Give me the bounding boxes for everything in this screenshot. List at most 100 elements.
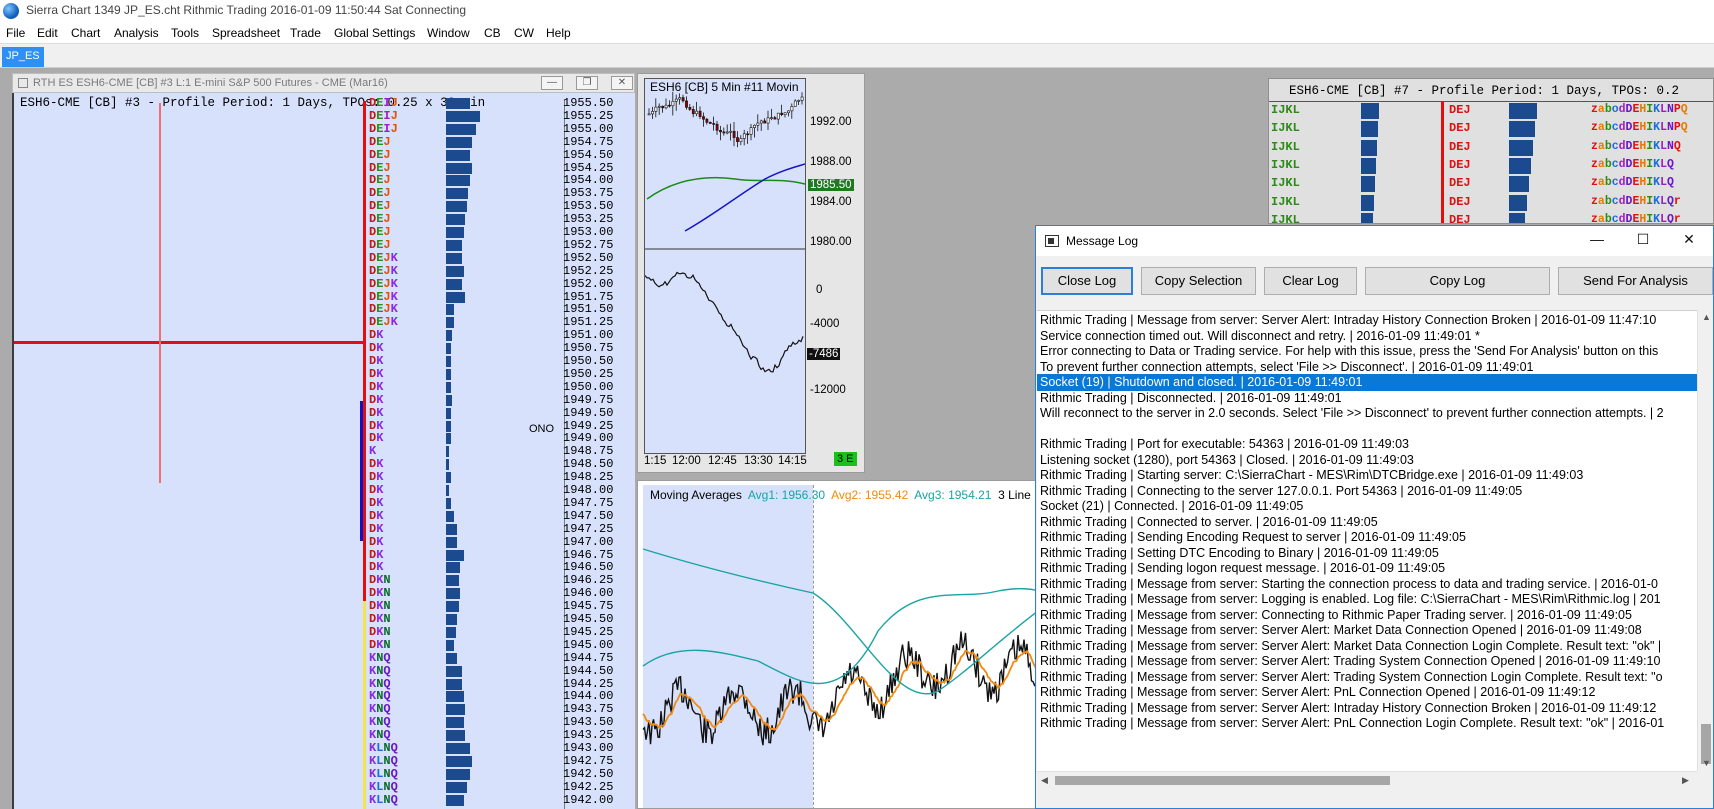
price-label: 1947.00	[563, 534, 614, 549]
log-line[interactable]: Rithmic Trading | Message from server: S…	[1040, 653, 1660, 670]
tpo-letter: a	[1597, 103, 1605, 116]
menu-help[interactable]: Help	[546, 26, 571, 40]
minimize-icon[interactable]: —	[541, 76, 563, 90]
log-line[interactable]: Rithmic Trading | Message from server: L…	[1040, 591, 1661, 608]
log-line[interactable]: Service connection timed out. Will disco…	[1040, 328, 1480, 345]
scroll-up-icon[interactable]: ▲	[1702, 312, 1711, 322]
scroll-left-icon[interactable]: ◀	[1041, 775, 1048, 786]
price-label: 1948.75	[563, 444, 614, 459]
c11-xlabel-3: 12:45	[708, 455, 737, 467]
log-line[interactable]: Socket (21) | Connected. | 2016-01-09 11…	[1040, 498, 1303, 515]
log-line[interactable]: Rithmic Trading | Setting DTC Encoding t…	[1040, 545, 1439, 562]
close-icon[interactable]: ✕	[611, 76, 633, 90]
tpo-letter: L	[1660, 103, 1667, 116]
tpo-letter: N	[383, 741, 391, 755]
copy-selection-button[interactable]: Copy Selection	[1141, 267, 1256, 295]
tpo-letters: DK	[369, 497, 383, 510]
tpo-letter: K	[376, 354, 384, 368]
log-line[interactable]: Error connecting to Data or Trading serv…	[1040, 343, 1658, 360]
tpo-letters: KNQ	[369, 703, 391, 716]
log-line[interactable]: Rithmic Trading | Message from server: C…	[1040, 607, 1632, 624]
log-line[interactable]: Rithmic Trading | Disconnected. | 2016-0…	[1040, 390, 1342, 407]
chart11-window[interactable]: ESH6 [CB] 5 Min #11 Movin 1992.00 1988.0…	[637, 73, 865, 473]
price-label: 1952.25	[563, 263, 614, 278]
tab-jp-es[interactable]: JP_ES	[2, 47, 44, 67]
chart3-window-titlebar[interactable]: RTH ES ESH6-CME [CB] #3 L:1 E-mini S&P 5…	[12, 73, 635, 93]
restore-icon[interactable]: ❐	[576, 76, 598, 90]
volume-bar	[446, 730, 466, 742]
menu-trade[interactable]: Trade	[290, 26, 321, 40]
tpo-letters: KNQ	[369, 676, 391, 691]
log-line[interactable]: Rithmic Trading | Message from server: S…	[1040, 700, 1656, 717]
tpo-letter: J	[383, 302, 391, 317]
log-line[interactable]: Rithmic Trading | Connecting to the serv…	[1040, 483, 1522, 500]
tpo-letter: J	[383, 186, 391, 201]
scroll-right-icon[interactable]: ▶	[1682, 775, 1689, 786]
send-for-analysis-button[interactable]: Send For Analysis	[1558, 267, 1713, 295]
log-line[interactable]: Rithmic Trading | Port for executable: 5…	[1040, 436, 1409, 453]
log-line[interactable]: Rithmic Trading | Starting server: C:\Si…	[1040, 467, 1583, 484]
menu-analysis[interactable]: Analysis	[114, 26, 159, 40]
scroll-down-icon[interactable]: ▼	[1702, 758, 1711, 768]
menu-file[interactable]: File	[6, 26, 25, 40]
c7-tpo-col3: zabodDEHIKLNPQ	[1591, 103, 1688, 116]
tpo-letters: DEJ	[369, 226, 391, 239]
log-line[interactable]: Listening socket (1280), port 54363 | Cl…	[1040, 452, 1414, 469]
tpo-letter: K	[376, 366, 384, 381]
c11-ylabel-1: 1992.00	[810, 116, 852, 128]
volume-bar	[446, 717, 464, 729]
tpo-letter: N	[383, 624, 391, 639]
c11-osc-label-2: -12000	[810, 384, 846, 396]
price-label: 1946.75	[563, 547, 614, 562]
log-line[interactable]: Rithmic Trading | Message from server: S…	[1040, 622, 1642, 639]
maximize-icon[interactable]: ☐	[1623, 231, 1663, 251]
tpo-letter: J	[383, 289, 391, 304]
message-log-titlebar[interactable]: Message Log — ☐ ✕	[1036, 226, 1713, 256]
tpo-letter: z	[1591, 157, 1598, 171]
price-label: 1942.00	[563, 792, 614, 807]
message-log-list[interactable]: Rithmic Trading | Message from server: S…	[1037, 310, 1697, 771]
price-label: 1945.25	[563, 624, 614, 639]
menu-window[interactable]: Window	[427, 26, 470, 40]
menu-chart[interactable]: Chart	[71, 26, 100, 40]
log-line[interactable]: Rithmic Trading | Message from server: S…	[1040, 669, 1663, 686]
message-log-window[interactable]: Message Log — ☐ ✕ Close Log Copy Selecti…	[1035, 225, 1714, 809]
tpo-letter: Q	[383, 702, 391, 717]
menu-cw[interactable]: CW	[514, 26, 534, 40]
c7-volume-bar	[1509, 212, 1525, 223]
log-line[interactable]: Will reconnect to the server in 2.0 seco…	[1040, 405, 1664, 422]
tpo-letters: DK	[369, 342, 383, 355]
log-line[interactable]: To prevent further connection attempts, …	[1040, 359, 1534, 376]
volume-bar	[446, 472, 451, 484]
menu-tools[interactable]: Tools	[171, 26, 199, 40]
log-line[interactable]: Rithmic Trading | Connected to server. |…	[1040, 514, 1378, 531]
tpo-letter: N	[383, 599, 391, 614]
log-line[interactable]: Rithmic Trading | Sending Encoding Reque…	[1040, 529, 1466, 546]
horizontal-scrollbar[interactable]: ◀ ▶	[1037, 771, 1697, 788]
log-line[interactable]: Socket (19) | Shutdown and closed. | 201…	[1037, 374, 1697, 391]
vertical-scrollbar[interactable]: ▲ ▼	[1697, 310, 1713, 771]
menu-edit[interactable]: Edit	[37, 26, 58, 40]
log-line[interactable]: Rithmic Trading | Message from server: S…	[1040, 576, 1658, 593]
log-line[interactable]: Rithmic Trading | Message from server: S…	[1040, 715, 1664, 732]
copy-log-button[interactable]: Copy Log	[1365, 267, 1550, 295]
log-line[interactable]: Rithmic Trading | Message from server: S…	[1040, 638, 1661, 655]
chart3-profile-chart[interactable]: ESH6-CME [CB] #3 - Profile Period: 1 Day…	[12, 93, 635, 809]
close-icon[interactable]: ✕	[1669, 231, 1709, 251]
menu-global-settings[interactable]: Global Settings	[334, 26, 415, 40]
c7-tpo-col2: DEJ	[1449, 194, 1471, 209]
moving-averages-chart[interactable]: Moving Averages Avg1: 1956.30 Avg2: 1955…	[637, 480, 1037, 809]
chart11-title: ESH6 [CB] 5 Min #11 Movin	[650, 80, 799, 94]
minimize-icon[interactable]: —	[1577, 231, 1617, 251]
clear-log-button[interactable]: Clear Log	[1264, 267, 1357, 295]
log-line[interactable]: Rithmic Trading | Message from server: S…	[1040, 312, 1656, 329]
menu-spreadsheet[interactable]: Spreadsheet	[212, 26, 280, 40]
horizontal-scroll-thumb[interactable]	[1055, 776, 1390, 785]
close-log-button[interactable]: Close Log	[1041, 267, 1133, 295]
log-line[interactable]: Rithmic Trading | Message from server: S…	[1040, 684, 1595, 701]
log-line[interactable]: Rithmic Trading | Sending logon request …	[1040, 560, 1445, 577]
tpo-letter: Q	[383, 676, 391, 691]
chart11-plot-area[interactable]	[644, 78, 806, 454]
chart7-profile-window[interactable]: ESH6-CME [CB] #7 - Profile Period: 1 Day…	[1268, 78, 1714, 224]
menu-cb[interactable]: CB	[484, 26, 501, 40]
